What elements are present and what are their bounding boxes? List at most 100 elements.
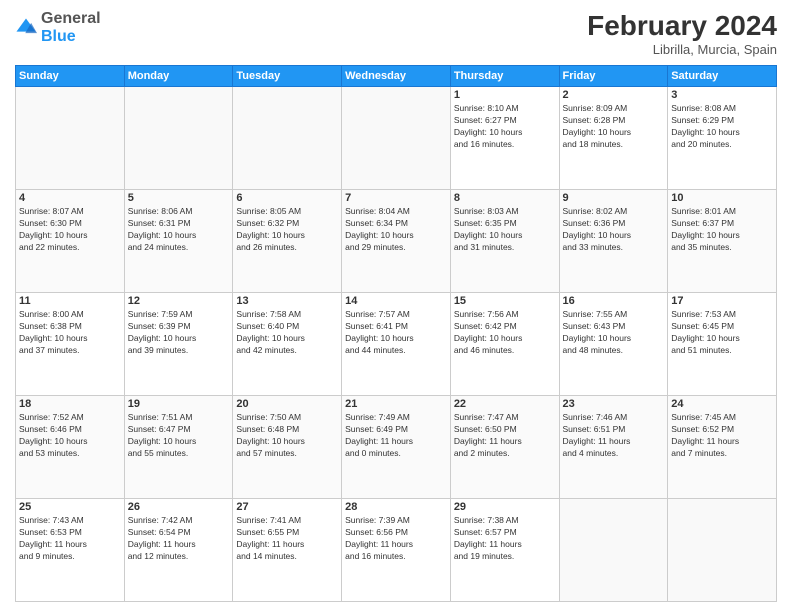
day-number: 4: [19, 192, 121, 204]
location: Librilla, Murcia, Spain: [587, 42, 777, 57]
logo-icon: [15, 17, 37, 39]
day-number: 20: [236, 398, 338, 410]
calendar-header-friday: Friday: [559, 66, 668, 87]
day-info: Sunrise: 8:05 AMSunset: 6:32 PMDaylight:…: [236, 206, 338, 254]
calendar-day-cell: [233, 87, 342, 190]
calendar-day-cell: 5 Sunrise: 8:06 AMSunset: 6:31 PMDaylight…: [124, 190, 233, 293]
day-info: Sunrise: 7:45 AMSunset: 6:52 PMDaylight:…: [671, 412, 773, 460]
day-number: 12: [128, 295, 230, 307]
logo-general: General: [41, 10, 101, 27]
day-info: Sunrise: 8:03 AMSunset: 6:35 PMDaylight:…: [454, 206, 556, 254]
calendar-day-cell: 15 Sunrise: 7:56 AMSunset: 6:42 PMDayligh…: [450, 293, 559, 396]
calendar-header-sunday: Sunday: [16, 66, 125, 87]
day-number: 26: [128, 501, 230, 513]
day-number: 24: [671, 398, 773, 410]
calendar-day-cell: [668, 499, 777, 602]
day-info: Sunrise: 7:57 AMSunset: 6:41 PMDaylight:…: [345, 309, 447, 357]
day-number: 11: [19, 295, 121, 307]
calendar-day-cell: 12Sunrise: 7:59 AMSunset: 6:39 PMDayligh…: [124, 293, 233, 396]
calendar-header-row: SundayMondayTuesdayWednesdayThursdayFrid…: [16, 66, 777, 87]
day-info: Sunrise: 7:52 AMSunset: 6:46 PMDaylight:…: [19, 412, 121, 460]
calendar-header-monday: Monday: [124, 66, 233, 87]
day-info: Sunrise: 8:06 AMSunset: 6:31 PMDaylight:…: [128, 206, 230, 254]
title-block: February 2024 Librilla, Murcia, Spain: [587, 10, 777, 57]
day-number: 28: [345, 501, 447, 513]
day-number: 2: [563, 89, 665, 101]
calendar-day-cell: 21 Sunrise: 7:49 AMSunset: 6:49 PMDayligh…: [342, 396, 451, 499]
day-info: Sunrise: 7:43 AMSunset: 6:53 PMDaylight:…: [19, 515, 121, 563]
calendar-day-cell: 2 Sunrise: 8:09 AMSunset: 6:28 PMDaylight…: [559, 87, 668, 190]
calendar-day-cell: 27 Sunrise: 7:41 AMSunset: 6:55 PMDayligh…: [233, 499, 342, 602]
calendar-day-cell: 28Sunrise: 7:39 AMSunset: 6:56 PMDayligh…: [342, 499, 451, 602]
calendar-day-cell: 23 Sunrise: 7:46 AMSunset: 6:51 PMDayligh…: [559, 396, 668, 499]
calendar-day-cell: 13Sunrise: 7:58 AMSunset: 6:40 PMDayligh…: [233, 293, 342, 396]
calendar-day-cell: 7 Sunrise: 8:04 AMSunset: 6:34 PMDaylight…: [342, 190, 451, 293]
calendar-header-saturday: Saturday: [668, 66, 777, 87]
calendar-day-cell: 17 Sunrise: 7:53 AMSunset: 6:45 PMDayligh…: [668, 293, 777, 396]
day-number: 8: [454, 192, 556, 204]
day-info: Sunrise: 7:56 AMSunset: 6:42 PMDaylight:…: [454, 309, 556, 357]
day-number: 9: [563, 192, 665, 204]
calendar-week-4: 18 Sunrise: 7:52 AMSunset: 6:46 PMDayligh…: [16, 396, 777, 499]
day-number: 15: [454, 295, 556, 307]
calendar-week-2: 4Sunrise: 8:07 AMSunset: 6:30 PMDaylight…: [16, 190, 777, 293]
calendar-day-cell: 20 Sunrise: 7:50 AMSunset: 6:48 PMDayligh…: [233, 396, 342, 499]
page: General Blue February 2024 Librilla, Mur…: [0, 0, 792, 612]
day-number: 7: [345, 192, 447, 204]
day-number: 23: [563, 398, 665, 410]
calendar-day-cell: 22 Sunrise: 7:47 AMSunset: 6:50 PMDayligh…: [450, 396, 559, 499]
calendar-day-cell: 11 Sunrise: 8:00 AMSunset: 6:38 PMDayligh…: [16, 293, 125, 396]
calendar-day-cell: [124, 87, 233, 190]
day-info: Sunrise: 7:46 AMSunset: 6:51 PMDaylight:…: [563, 412, 665, 460]
day-info: Sunrise: 8:02 AMSunset: 6:36 PMDaylight:…: [563, 206, 665, 254]
day-info: Sunrise: 8:08 AMSunset: 6:29 PMDaylight:…: [671, 103, 773, 151]
day-number: 27: [236, 501, 338, 513]
calendar-week-5: 25Sunrise: 7:43 AMSunset: 6:53 PMDayligh…: [16, 499, 777, 602]
day-info: Sunrise: 7:53 AMSunset: 6:45 PMDaylight:…: [671, 309, 773, 357]
day-number: 14: [345, 295, 447, 307]
day-number: 22: [454, 398, 556, 410]
day-number: 17: [671, 295, 773, 307]
calendar-day-cell: 25Sunrise: 7:43 AMSunset: 6:53 PMDayligh…: [16, 499, 125, 602]
calendar-day-cell: [559, 499, 668, 602]
day-info: Sunrise: 7:49 AMSunset: 6:49 PMDaylight:…: [345, 412, 447, 460]
calendar-day-cell: [342, 87, 451, 190]
header: General Blue February 2024 Librilla, Mur…: [15, 10, 777, 57]
day-info: Sunrise: 8:09 AMSunset: 6:28 PMDaylight:…: [563, 103, 665, 151]
calendar-day-cell: [16, 87, 125, 190]
day-info: Sunrise: 8:04 AMSunset: 6:34 PMDaylight:…: [345, 206, 447, 254]
day-info: Sunrise: 7:47 AMSunset: 6:50 PMDaylight:…: [454, 412, 556, 460]
calendar-day-cell: 14 Sunrise: 7:57 AMSunset: 6:41 PMDayligh…: [342, 293, 451, 396]
day-info: Sunrise: 8:01 AMSunset: 6:37 PMDaylight:…: [671, 206, 773, 254]
calendar-day-cell: 26Sunrise: 7:42 AMSunset: 6:54 PMDayligh…: [124, 499, 233, 602]
calendar-day-cell: 16 Sunrise: 7:55 AMSunset: 6:43 PMDayligh…: [559, 293, 668, 396]
calendar-header-wednesday: Wednesday: [342, 66, 451, 87]
logo-text: General Blue: [41, 10, 101, 45]
calendar-day-cell: 1Sunrise: 8:10 AMSunset: 6:27 PMDaylight…: [450, 87, 559, 190]
day-info: Sunrise: 7:55 AMSunset: 6:43 PMDaylight:…: [563, 309, 665, 357]
calendar-week-3: 11 Sunrise: 8:00 AMSunset: 6:38 PMDayligh…: [16, 293, 777, 396]
calendar-day-cell: 4Sunrise: 8:07 AMSunset: 6:30 PMDaylight…: [16, 190, 125, 293]
calendar-week-1: 1Sunrise: 8:10 AMSunset: 6:27 PMDaylight…: [16, 87, 777, 190]
calendar-day-cell: 6Sunrise: 8:05 AMSunset: 6:32 PMDaylight…: [233, 190, 342, 293]
calendar-day-cell: 3 Sunrise: 8:08 AMSunset: 6:29 PMDaylight…: [668, 87, 777, 190]
calendar-header-tuesday: Tuesday: [233, 66, 342, 87]
day-info: Sunrise: 7:50 AMSunset: 6:48 PMDaylight:…: [236, 412, 338, 460]
calendar-day-cell: 18 Sunrise: 7:52 AMSunset: 6:46 PMDayligh…: [16, 396, 125, 499]
day-info: Sunrise: 8:00 AMSunset: 6:38 PMDaylight:…: [19, 309, 121, 357]
day-number: 16: [563, 295, 665, 307]
day-number: 18: [19, 398, 121, 410]
calendar-day-cell: 8 Sunrise: 8:03 AMSunset: 6:35 PMDaylight…: [450, 190, 559, 293]
day-number: 21: [345, 398, 447, 410]
day-info: Sunrise: 7:41 AMSunset: 6:55 PMDaylight:…: [236, 515, 338, 563]
calendar-day-cell: 19Sunrise: 7:51 AMSunset: 6:47 PMDayligh…: [124, 396, 233, 499]
day-number: 3: [671, 89, 773, 101]
calendar-day-cell: 9 Sunrise: 8:02 AMSunset: 6:36 PMDaylight…: [559, 190, 668, 293]
day-number: 5: [128, 192, 230, 204]
day-number: 10: [671, 192, 773, 204]
day-number: 19: [128, 398, 230, 410]
day-number: 13: [236, 295, 338, 307]
calendar-header-thursday: Thursday: [450, 66, 559, 87]
logo: General Blue: [15, 10, 101, 45]
calendar-day-cell: 24 Sunrise: 7:45 AMSunset: 6:52 PMDayligh…: [668, 396, 777, 499]
